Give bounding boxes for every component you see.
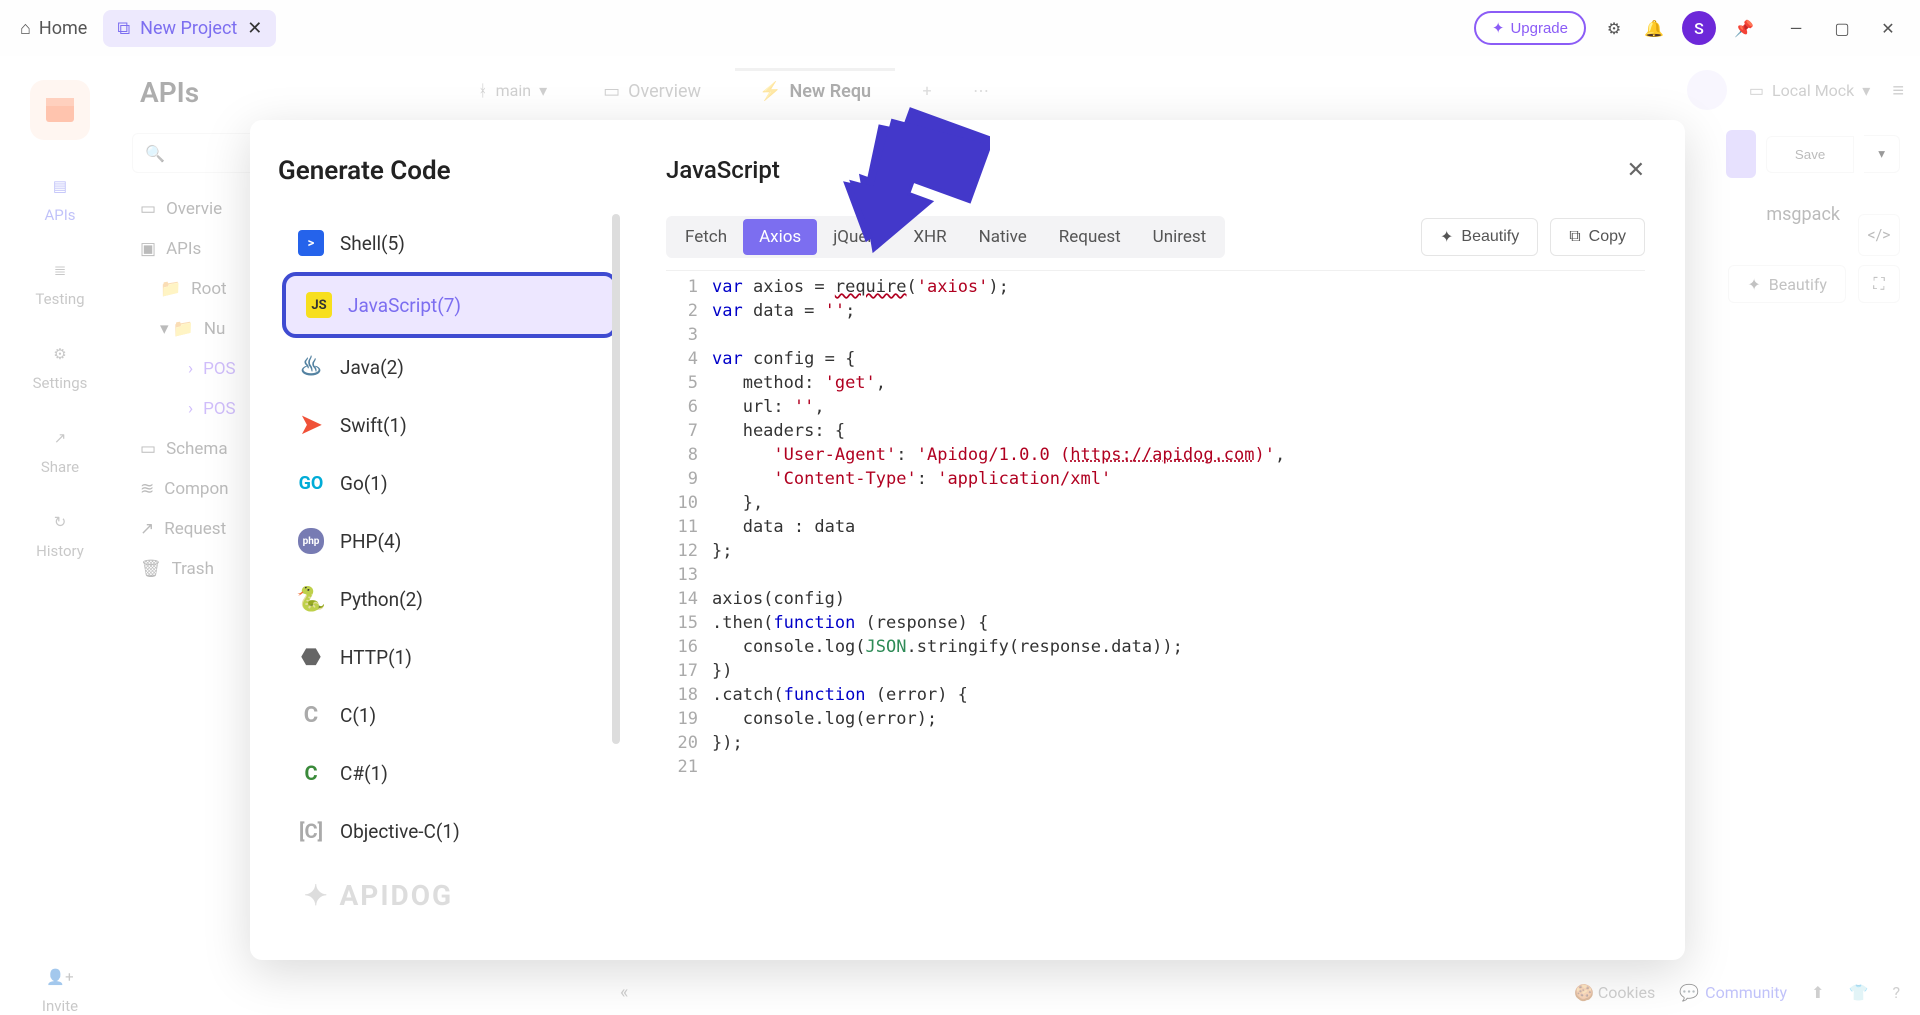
lang-label: Java(2): [340, 356, 404, 379]
upgrade-button[interactable]: ✦ Upgrade: [1474, 11, 1586, 45]
lang-label: PHP(4): [340, 530, 401, 553]
lang-label: Objective-C(1): [340, 820, 460, 843]
sparkle-icon: ✦: [1492, 19, 1505, 37]
lang-item-objectivec[interactable]: [C] Objective-C(1): [278, 802, 622, 860]
lang-item-http[interactable]: ⬣ HTTP(1): [278, 628, 622, 686]
line-gutter: 123456789101112131415161718192021: [666, 275, 712, 960]
subtab-request[interactable]: Request: [1043, 219, 1137, 255]
lang-item-php[interactable]: php PHP(4): [278, 512, 622, 570]
minimize-icon[interactable]: —: [1784, 16, 1808, 40]
home-label: Home: [39, 18, 87, 39]
copy-code-button[interactable]: ⧉ Copy: [1550, 218, 1645, 256]
project-tab-label: New Project: [140, 18, 237, 39]
lang-item-go[interactable]: GO Go(1): [278, 454, 622, 512]
avatar[interactable]: S: [1682, 11, 1716, 45]
lang-label: Shell(5): [340, 232, 405, 255]
python-icon: 🐍: [298, 586, 324, 612]
code-lines: var axios = require('axios'); var data =…: [712, 275, 1645, 960]
lang-item-java[interactable]: ♨ Java(2): [278, 338, 622, 396]
scrollbar-thumb[interactable]: [612, 214, 620, 744]
c-icon: C: [298, 702, 324, 728]
shell-icon: >: [298, 230, 324, 256]
brand-mark: ✦ APIDOG: [278, 867, 622, 924]
lang-label: HTTP(1): [340, 646, 412, 669]
lang-label: JavaScript(7): [348, 294, 461, 317]
lang-item-c[interactable]: C C(1): [278, 686, 622, 744]
lang-label: C(1): [340, 704, 376, 727]
lang-label: Python(2): [340, 588, 423, 611]
project-tab[interactable]: ⧉ New Project ✕: [103, 10, 276, 47]
avatar-initial: S: [1694, 19, 1704, 38]
objc-icon: [C]: [298, 818, 324, 844]
lang-item-javascript[interactable]: JS JavaScript(7): [282, 272, 618, 338]
subtab-xhr[interactable]: XHR: [897, 219, 962, 255]
modal-close-icon[interactable]: ✕: [1627, 158, 1645, 183]
beautify-code-button[interactable]: ✦ Beautify: [1421, 218, 1538, 256]
java-icon: ♨: [298, 354, 324, 380]
swift-icon: ➤: [298, 412, 324, 438]
subtab-unirest[interactable]: Unirest: [1137, 219, 1223, 255]
lang-item-swift[interactable]: ➤ Swift(1): [278, 396, 622, 454]
generate-code-modal: Generate Code > Shell(5) JS JavaScript(7) ♨ J…: [250, 120, 1685, 960]
pin-icon[interactable]: 📌: [1732, 16, 1756, 40]
new-window-icon: ⧉: [117, 18, 130, 39]
maximize-icon[interactable]: ▢: [1830, 16, 1854, 40]
bell-icon[interactable]: 🔔: [1642, 16, 1666, 40]
lang-item-shell[interactable]: > Shell(5): [278, 214, 622, 272]
modal-title: Generate Code: [278, 156, 622, 186]
titlebar: ⌂ Home ⧉ New Project ✕ ✦ Upgrade ⚙ 🔔 S 📌…: [0, 0, 1920, 56]
close-window-icon[interactable]: ✕: [1876, 16, 1900, 40]
subtab-jquery[interactable]: jQuery: [817, 219, 897, 255]
http-icon: ⬣: [298, 644, 324, 670]
close-icon[interactable]: ✕: [247, 18, 262, 39]
php-icon: php: [298, 528, 324, 554]
language-list: > Shell(5) JS JavaScript(7) ♨ Java(2) ➤ Swift(1…: [278, 214, 622, 867]
subtab-native[interactable]: Native: [963, 219, 1043, 255]
lang-label: Go(1): [340, 472, 388, 495]
home-link[interactable]: ⌂ Home: [20, 18, 87, 39]
upgrade-label: Upgrade: [1510, 20, 1568, 37]
code-editor[interactable]: 123456789101112131415161718192021 var ax…: [666, 270, 1645, 960]
lang-label: Swift(1): [340, 414, 407, 437]
csharp-icon: C: [298, 760, 324, 786]
gear-icon[interactable]: ⚙: [1602, 16, 1626, 40]
js-icon: JS: [306, 292, 332, 318]
lang-item-ruby[interactable]: ◆Ruby(1): [278, 860, 622, 867]
home-icon: ⌂: [20, 18, 31, 39]
subtab-bar: FetchAxiosjQueryXHRNativeRequestUnirest: [666, 216, 1225, 258]
lang-item-python[interactable]: 🐍 Python(2): [278, 570, 622, 628]
go-icon: GO: [298, 470, 324, 496]
lang-item-c[interactable]: C C#(1): [278, 744, 622, 802]
subtab-fetch[interactable]: Fetch: [669, 219, 743, 255]
lang-label: C#(1): [340, 762, 388, 785]
subtab-axios[interactable]: Axios: [743, 219, 817, 255]
code-language-title: JavaScript: [666, 156, 1645, 184]
